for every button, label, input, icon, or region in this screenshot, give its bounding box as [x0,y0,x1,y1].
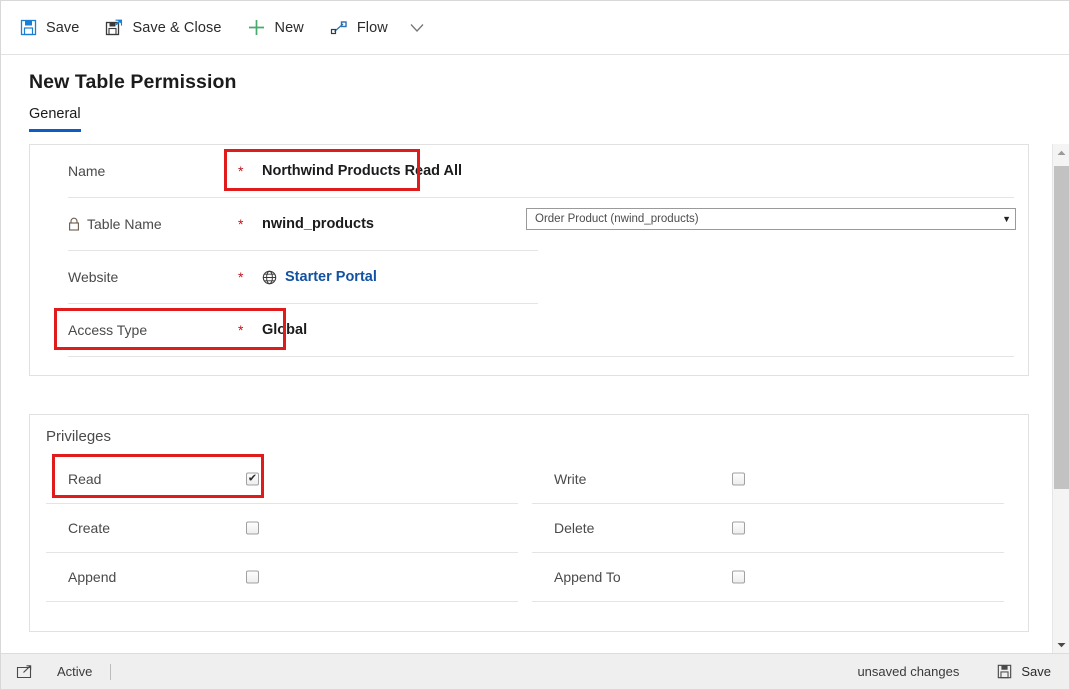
privilege-label-delete: Delete [554,520,595,536]
open-in-new-window-icon[interactable] [13,664,35,680]
privilege-row-delete: Delete ✔ [532,504,1004,553]
table-permission-form-window: Save Save & Close New Flow New Table Per… [0,0,1070,690]
field-row-website: Website * Starter Portal [30,251,1028,303]
privileges-column-right: Write ✔ Delete ✔ Append To [532,455,1004,602]
privilege-label-append: Append [68,569,117,585]
save-and-close-icon [103,18,125,38]
field-row-name: Name * Northwind Products Read All [30,145,1028,197]
privilege-checkbox-write[interactable]: ✔ [732,472,745,486]
check-icon: ✔ [247,472,258,485]
tab-general-label: General [29,106,81,122]
table-name-lookup-value: Order Product (nwind_products) [535,213,699,225]
privilege-checkbox-append[interactable]: ✔ [246,570,259,584]
field-value-website[interactable]: Starter Portal [262,269,377,285]
flow-button-label: Flow [356,19,388,36]
status-divider [110,663,112,680]
privilege-row-read: Read ✔ [46,455,518,504]
vertical-scrollbar[interactable] [1052,144,1069,653]
field-label-website: Website [68,269,119,285]
field-value-access-type[interactable]: Global [262,322,307,338]
lock-icon [68,217,80,231]
status-bar: Active unsaved changes Save [1,653,1069,689]
field-row-access-type: Access Type * Global [30,304,1028,356]
general-section-card: Name * Northwind Products Read All Table… [29,144,1029,376]
page-title: New Table Permission [29,71,237,93]
field-required-name: * [238,163,244,179]
save-button[interactable]: Save [15,11,89,45]
chevron-down-icon: ▼ [1002,214,1011,224]
privilege-checkbox-append-to[interactable]: ✔ [732,570,745,584]
flow-icon [328,18,350,38]
privilege-label-create: Create [68,520,111,536]
scroll-down-button[interactable] [1053,636,1069,653]
new-button-label: New [274,19,304,36]
field-label-access-type: Access Type [68,322,148,338]
privilege-checkbox-create[interactable]: ✔ [246,521,259,535]
plus-icon [246,18,268,38]
new-button[interactable]: New [244,11,314,45]
save-button-label: Save [46,19,80,36]
field-value-table-name: nwind_products [262,216,374,232]
privileges-title: Privileges [46,428,112,445]
privileges-column-left: Read ✔ Create ✔ Append [46,455,518,602]
field-required-website: * [238,269,244,285]
field-label-table-name-text: Table Name [87,216,162,232]
footer-save-button[interactable]: Save [987,658,1057,686]
privilege-label-read: Read [68,471,102,487]
privilege-row-append: Append ✔ [46,553,518,602]
scrollbar-thumb[interactable] [1054,166,1069,489]
status-bar-left: Active [13,663,112,680]
unsaved-changes-text: unsaved changes [857,664,960,679]
footer-save-label: Save [1021,664,1051,679]
privilege-checkbox-read[interactable]: ✔ [246,472,259,486]
form-body: New Table Permission General Name * Nort… [1,55,1069,653]
form-scroll-region: Name * Northwind Products Read All Table… [1,144,1069,653]
table-name-lookup-select[interactable]: Order Product (nwind_products) ▼ [526,208,1016,230]
privilege-row-append-to: Append To ✔ [532,553,1004,602]
privilege-row-write: Write ✔ [532,455,1004,504]
field-required-access-type: * [238,322,244,338]
save-floppy-icon [17,18,39,38]
field-label-table-name: Table Name [68,216,162,232]
status-text: Active [57,664,93,679]
field-value-website-link[interactable]: Starter Portal [285,269,377,285]
globe-icon [262,270,277,285]
tab-general[interactable]: General [29,106,81,132]
field-value-name[interactable]: Northwind Products Read All [262,163,462,179]
save-and-close-button-label: Save & Close [132,19,222,36]
chevron-down-icon[interactable] [404,13,430,43]
form-area: Name * Northwind Products Read All Table… [29,144,1029,653]
field-required-table-name: * [238,216,244,232]
save-floppy-icon [993,662,1015,682]
command-bar: Save Save & Close New Flow [1,1,1069,55]
field-label-name: Name [68,163,106,179]
field-separator-access-type [68,356,1014,357]
privilege-checkbox-delete[interactable]: ✔ [732,521,745,535]
privilege-label-append-to: Append To [554,569,621,585]
flow-button[interactable]: Flow [326,11,398,45]
save-and-close-button[interactable]: Save & Close [101,11,231,45]
status-bar-right: unsaved changes Save [857,658,1057,686]
privileges-section-card: Privileges Read ✔ Create ✔ [29,414,1029,632]
tabstrip: General [1,106,1069,132]
scroll-up-button[interactable] [1053,144,1069,161]
privilege-label-write: Write [554,471,587,487]
privilege-row-create: Create ✔ [46,504,518,553]
